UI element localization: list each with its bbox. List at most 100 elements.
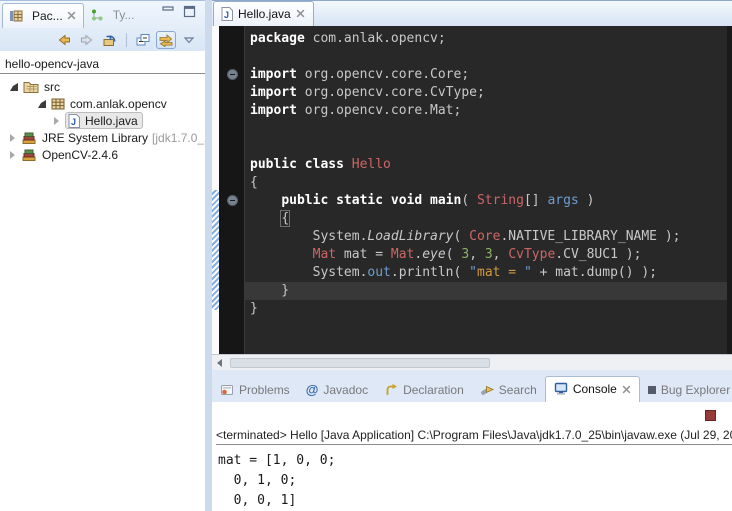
tree-item-decorator: [jdk1.7.0_25] bbox=[152, 131, 205, 145]
annotation-ruler[interactable] bbox=[212, 26, 219, 354]
tab-problems[interactable]: Problems bbox=[212, 379, 298, 402]
fold-minus-icon[interactable] bbox=[227, 69, 238, 80]
tree-item-src[interactable]: src bbox=[0, 78, 205, 95]
code-segment: com.anlak.opencv; bbox=[305, 31, 446, 46]
code-segment: public static void main bbox=[281, 193, 461, 208]
svg-text:J: J bbox=[71, 117, 76, 127]
code-segment: Mat bbox=[391, 247, 414, 262]
tab-package-explorer[interactable]: Pac... bbox=[2, 3, 84, 28]
code-segment: import bbox=[250, 85, 297, 100]
code-line bbox=[250, 48, 727, 66]
expand-arrow-icon[interactable] bbox=[10, 83, 18, 91]
maximize-icon[interactable] bbox=[182, 5, 197, 18]
project-header[interactable]: hello-opencv-java bbox=[0, 57, 205, 74]
code-segment: mat = bbox=[336, 247, 391, 262]
tree-item-jre-library[interactable]: JRE System Library [jdk1.7.0_25] bbox=[0, 129, 205, 146]
code-line bbox=[250, 138, 727, 156]
console-process-header: <terminated> Hello [Java Application] C:… bbox=[216, 428, 732, 445]
code-segment: package bbox=[250, 31, 305, 46]
close-icon[interactable] bbox=[622, 385, 631, 394]
code-segment: org.opencv.core.Core; bbox=[297, 67, 469, 82]
tab-search[interactable]: Search bbox=[472, 379, 545, 402]
tab-label: Ty... bbox=[113, 8, 135, 22]
code-editor[interactable]: package com.anlak.opencv; import org.open… bbox=[245, 26, 727, 354]
fold-gutter[interactable] bbox=[219, 26, 245, 354]
fold-minus-icon[interactable] bbox=[227, 195, 238, 206]
collapse-all-icon bbox=[135, 32, 151, 48]
code-line: import org.opencv.core.CvType; bbox=[250, 84, 727, 102]
code-segment: System. bbox=[250, 229, 367, 244]
code-segment: .println( bbox=[391, 265, 469, 280]
expand-arrow-icon[interactable] bbox=[38, 100, 46, 108]
code-segment bbox=[344, 157, 352, 172]
tab-hello-java[interactable]: J Hello.java bbox=[213, 1, 314, 26]
link-with-editor-button[interactable] bbox=[156, 31, 176, 49]
back-button[interactable] bbox=[54, 31, 74, 49]
tab-console[interactable]: Console bbox=[545, 376, 640, 402]
code-segment: 3 bbox=[461, 247, 469, 262]
toolbar-separator bbox=[126, 33, 127, 47]
code-segment bbox=[250, 247, 313, 262]
go-into-button[interactable] bbox=[100, 31, 120, 49]
console-content: <terminated> Hello [Java Application] C:… bbox=[212, 402, 732, 511]
code-segment: args bbox=[547, 193, 578, 208]
type-hierarchy-icon bbox=[90, 8, 104, 22]
tab-type-hierarchy[interactable]: Ty... bbox=[84, 3, 142, 28]
tree-item-label: src bbox=[44, 80, 60, 94]
code-line: } bbox=[250, 300, 727, 318]
expand-arrow-icon[interactable] bbox=[10, 134, 15, 142]
tab-label: Bug Explorer bbox=[661, 383, 730, 397]
package-icon bbox=[51, 98, 65, 110]
tree-item-opencv-library[interactable]: OpenCV-2.4.6 bbox=[0, 146, 205, 163]
code-line: System.out.println( "mat = " + mat.dump(… bbox=[250, 264, 727, 282]
code-segment bbox=[250, 193, 281, 208]
code-segment: .NATIVE_LIBRARY_NAME ); bbox=[500, 229, 680, 244]
code-segment: 3 bbox=[485, 247, 493, 262]
overview-ruler[interactable] bbox=[727, 26, 732, 354]
minimize-icon[interactable] bbox=[161, 5, 176, 18]
tree-item-package[interactable]: com.anlak.opencv bbox=[0, 95, 205, 112]
code-segment: out bbox=[367, 265, 390, 280]
tree-item-label: com.anlak.opencv bbox=[70, 97, 167, 111]
tab-javadoc[interactable]: @ Javadoc bbox=[298, 378, 376, 402]
close-icon[interactable] bbox=[67, 11, 76, 20]
view-menu-button[interactable] bbox=[179, 31, 199, 49]
tab-declaration[interactable]: Declaration bbox=[376, 379, 472, 402]
declaration-icon bbox=[384, 383, 398, 397]
view-menu-chevron-icon bbox=[183, 34, 195, 46]
code-segment: " bbox=[469, 265, 477, 280]
collapse-all-button[interactable] bbox=[133, 31, 153, 49]
package-folder-icon bbox=[23, 80, 39, 93]
library-icon bbox=[21, 148, 37, 161]
tree-item-label: OpenCV-2.4.6 bbox=[42, 148, 118, 162]
back-arrow-icon bbox=[56, 32, 72, 48]
scrollbar-thumb[interactable] bbox=[230, 358, 490, 368]
scroll-left-arrow-icon[interactable] bbox=[217, 359, 222, 367]
code-segment: import bbox=[250, 103, 297, 118]
close-icon[interactable] bbox=[296, 9, 305, 18]
code-segment: public class bbox=[250, 157, 344, 172]
code-segment bbox=[250, 211, 281, 226]
console-output-line: mat = [1, 0, 0; bbox=[218, 451, 732, 471]
vertical-sash[interactable] bbox=[205, 0, 212, 511]
tab-label: Console bbox=[573, 382, 617, 396]
tree-item-hello-java[interactable]: J Hello.java bbox=[0, 112, 205, 129]
console-icon bbox=[554, 382, 568, 396]
view-tabbar: Pac... Ty... bbox=[0, 1, 205, 28]
code-line: { bbox=[250, 174, 727, 192]
link-with-editor-icon bbox=[158, 32, 174, 48]
code-segment: { bbox=[281, 211, 289, 226]
terminate-button-icon[interactable] bbox=[705, 410, 716, 421]
expand-arrow-icon[interactable] bbox=[54, 117, 59, 125]
console-output[interactable]: mat = [1, 0, 0; 0, 1, 0; 0, 0, 1] bbox=[212, 448, 732, 511]
tab-label: Declaration bbox=[403, 383, 464, 397]
horizontal-scrollbar[interactable] bbox=[212, 354, 732, 370]
tab-bug-explorer[interactable]: Bug Explorer bbox=[640, 379, 732, 402]
forward-button[interactable] bbox=[77, 31, 97, 49]
svg-text:J: J bbox=[224, 10, 229, 20]
expand-arrow-icon[interactable] bbox=[10, 151, 15, 159]
code-line: public class Hello bbox=[250, 156, 727, 174]
code-line: System.LoadLibrary( Core.NATIVE_LIBRARY_… bbox=[250, 228, 727, 246]
code-segment: , bbox=[469, 247, 485, 262]
tree-item-label: JRE System Library bbox=[42, 131, 148, 145]
